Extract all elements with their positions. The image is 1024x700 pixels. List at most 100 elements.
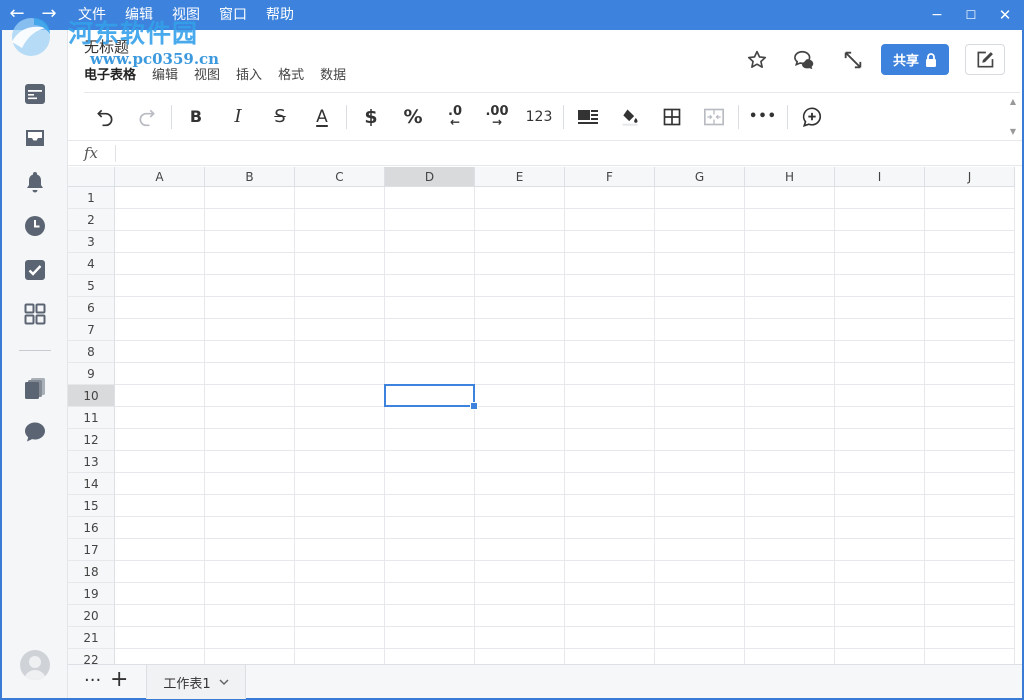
fullscreen-button[interactable] [835, 44, 871, 76]
toolbar-scroll-up[interactable]: ▲ [1008, 97, 1018, 107]
insert-comment-button[interactable] [791, 97, 833, 137]
row-header[interactable]: 9 [68, 363, 115, 385]
column-header[interactable]: J [925, 167, 1015, 187]
column-header[interactable]: A [115, 167, 205, 187]
increase-decimal-button[interactable]: .00 → [476, 97, 518, 137]
row-header[interactable]: 8 [68, 341, 115, 363]
inbox-icon[interactable] [23, 126, 47, 150]
favorite-button[interactable] [739, 44, 775, 76]
grid-line [115, 318, 1015, 319]
row-header[interactable]: 21 [68, 627, 115, 649]
column-header[interactable]: I [835, 167, 925, 187]
clock-icon[interactable] [23, 214, 47, 238]
chevron-down-icon[interactable] [219, 678, 229, 686]
merge-cells-button[interactable] [693, 97, 735, 137]
percent-button[interactable]: % [392, 97, 434, 137]
chat-icon[interactable] [23, 420, 47, 444]
row-header[interactable]: 11 [68, 407, 115, 429]
borders-button[interactable] [651, 97, 693, 137]
menu-window[interactable]: 窗口 [219, 0, 247, 30]
grid-line [204, 187, 205, 664]
documents-icon[interactable] [23, 376, 47, 400]
grid-line [384, 187, 385, 664]
bold-button[interactable]: B [175, 97, 217, 137]
menu-help[interactable]: 帮助 [266, 0, 294, 30]
number-format-button[interactable]: 123 [518, 97, 560, 137]
menu-edit[interactable]: 编辑 [125, 0, 153, 30]
row-header[interactable]: 18 [68, 561, 115, 583]
doc-menu-edit[interactable]: 编辑 [152, 64, 178, 83]
undo-button[interactable] [84, 97, 126, 137]
row-header[interactable]: 20 [68, 605, 115, 627]
row-header[interactable]: 19 [68, 583, 115, 605]
column-header[interactable]: C [295, 167, 385, 187]
grid-line [924, 187, 925, 664]
doc-menu-insert[interactable]: 插入 [236, 64, 262, 83]
column-header[interactable]: H [745, 167, 835, 187]
row-header[interactable]: 16 [68, 517, 115, 539]
spreadsheet-icon[interactable] [23, 82, 47, 106]
active-cell[interactable] [384, 384, 478, 410]
row-header[interactable]: 1 [68, 187, 115, 209]
column-header[interactable]: E [475, 167, 565, 187]
formula-input[interactable] [124, 145, 1004, 163]
share-button[interactable]: 共享 [881, 44, 949, 75]
select-all-corner[interactable] [68, 167, 115, 187]
column-header[interactable]: B [205, 167, 295, 187]
column-header[interactable]: G [655, 167, 745, 187]
grid-line [115, 494, 1015, 495]
add-sheet-button[interactable]: + [110, 667, 128, 693]
row-header[interactable]: 2 [68, 209, 115, 231]
document-menu: 电子表格 编辑 视图 插入 格式 数据 [84, 64, 362, 83]
more-tools-button[interactable]: ••• [742, 97, 784, 137]
forward-button[interactable]: → [38, 4, 60, 26]
text-wrap-button[interactable] [567, 97, 609, 137]
doc-menu-format[interactable]: 格式 [278, 64, 304, 83]
italic-button[interactable]: I [217, 97, 259, 137]
row-header[interactable]: 5 [68, 275, 115, 297]
document-title[interactable]: 无标题 [84, 36, 129, 57]
spreadsheet-grid[interactable]: A B C D E F G H I J 1 2 3 4 5 6 7 8 9 10 11 12 13 14 15 16 17 18 19 2… [68, 167, 1022, 664]
row-header[interactable]: 12 [68, 429, 115, 451]
currency-button[interactable]: $ [350, 97, 392, 137]
grid-line [115, 582, 1015, 583]
doc-menu-data[interactable]: 数据 [320, 64, 346, 83]
column-header[interactable]: F [565, 167, 655, 187]
arrow-right-icon: → [491, 114, 503, 129]
row-header[interactable]: 4 [68, 253, 115, 275]
minimize-button[interactable]: − [920, 0, 954, 30]
row-header[interactable]: 7 [68, 319, 115, 341]
row-header[interactable]: 15 [68, 495, 115, 517]
menu-view[interactable]: 视图 [172, 0, 200, 30]
row-header[interactable]: 13 [68, 451, 115, 473]
row-header[interactable]: 10 [68, 385, 115, 407]
comments-button[interactable] [787, 44, 823, 76]
doc-menu-spreadsheet[interactable]: 电子表格 [84, 64, 136, 83]
sheet-tab[interactable]: 工作表1 [146, 665, 246, 699]
decrease-decimal-button[interactable]: .0 ← [434, 97, 476, 137]
bell-icon[interactable] [23, 170, 47, 194]
close-button[interactable]: ✕ [988, 0, 1022, 30]
font-color-button[interactable]: A [301, 97, 343, 137]
checkbox-icon[interactable] [23, 258, 47, 282]
fill-color-button[interactable] [609, 97, 651, 137]
row-header[interactable]: 22 [68, 649, 115, 664]
sheet-list-button[interactable]: ··· [84, 669, 101, 693]
column-header[interactable]: D [385, 167, 475, 187]
redo-button[interactable] [126, 97, 168, 137]
row-header[interactable]: 17 [68, 539, 115, 561]
apps-grid-icon[interactable] [23, 302, 47, 326]
row-header[interactable]: 6 [68, 297, 115, 319]
avatar[interactable] [20, 650, 50, 680]
toolbar-scroll[interactable]: ▲ ▼ [1008, 97, 1018, 137]
maximize-button[interactable]: ☐ [954, 0, 988, 30]
edit-button[interactable] [965, 44, 1005, 75]
row-header[interactable]: 14 [68, 473, 115, 495]
back-button[interactable]: ← [6, 4, 28, 26]
menu-file[interactable]: 文件 [78, 0, 106, 30]
toolbar-scroll-down[interactable]: ▼ [1008, 127, 1018, 137]
main-area: 无标题 电子表格 编辑 视图 插入 格式 数据 共享 B I S A $ % .… [68, 30, 1022, 699]
row-header[interactable]: 3 [68, 231, 115, 253]
doc-menu-view[interactable]: 视图 [194, 64, 220, 83]
strikethrough-button[interactable]: S [259, 97, 301, 137]
